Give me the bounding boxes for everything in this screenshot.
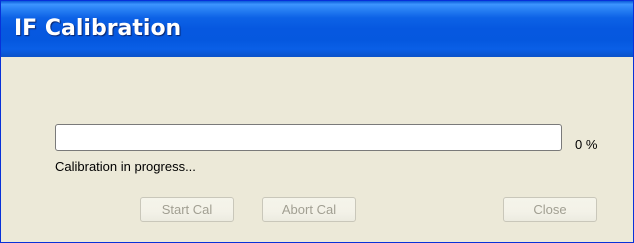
calibration-status-text: Calibration in progress... [55, 159, 196, 174]
progress-percent-label: 0 % [575, 137, 598, 152]
window-title: IF Calibration [14, 16, 182, 41]
close-button[interactable]: Close [503, 197, 597, 222]
title-bar[interactable]: IF Calibration [1, 1, 633, 57]
calibration-progress-bar [55, 124, 562, 151]
abort-cal-button[interactable]: Abort Cal [262, 197, 356, 222]
start-cal-button[interactable]: Start Cal [140, 197, 234, 222]
